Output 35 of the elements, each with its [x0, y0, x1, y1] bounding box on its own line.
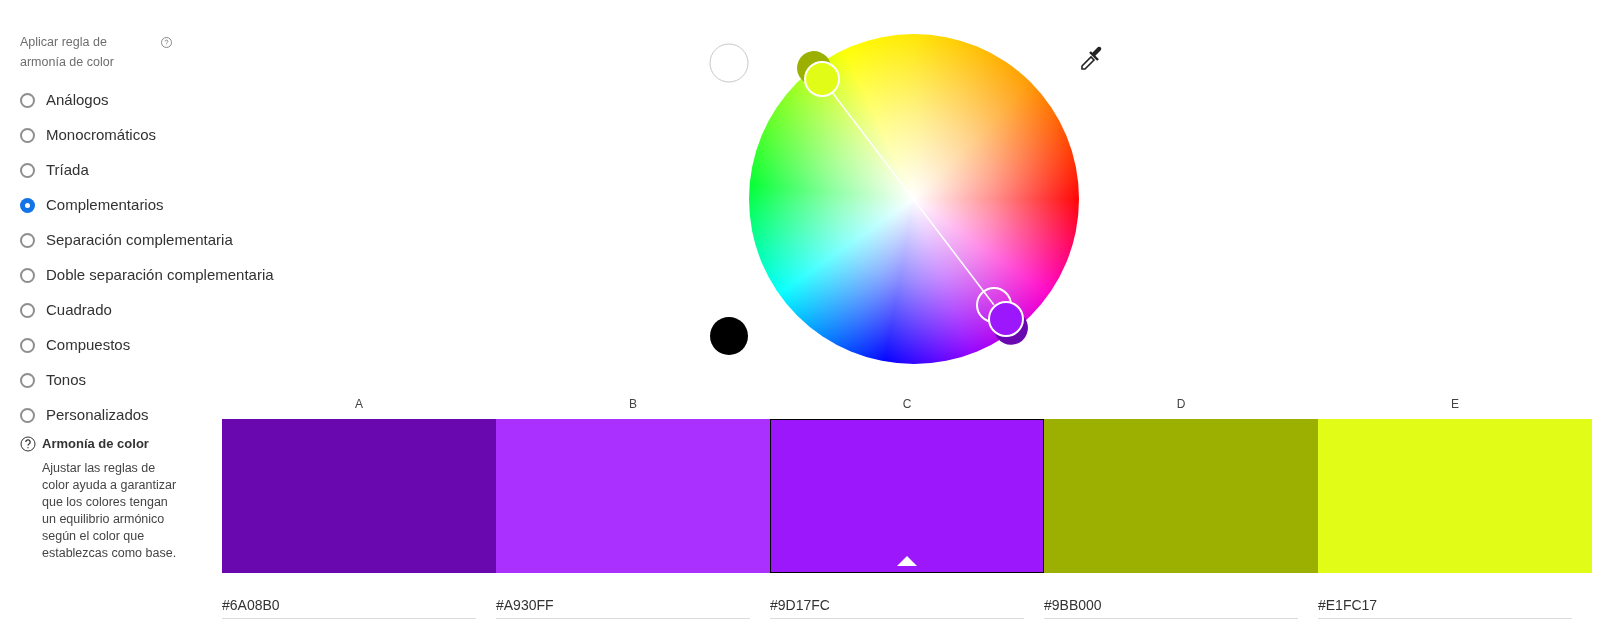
hex-input[interactable]: #A930FF — [496, 592, 750, 619]
selected-marker-icon — [897, 556, 917, 566]
help-icon[interactable] — [20, 436, 36, 452]
harmony-radio[interactable]: Análogos — [20, 83, 109, 118]
harmony-radio[interactable]: Separación complementaria — [20, 223, 233, 258]
harmony-radio[interactable]: Complementarios — [20, 188, 164, 223]
color-swatch[interactable] — [1318, 419, 1592, 573]
harmony-radio[interactable]: Monocromáticos — [20, 118, 157, 153]
color-swatch[interactable] — [496, 419, 770, 573]
help-title: Armonía de color — [42, 436, 149, 452]
color-handle[interactable] — [797, 51, 831, 83]
hex-input[interactable]: #9D17FC — [770, 592, 1024, 619]
color-swatch[interactable] — [222, 419, 496, 573]
color-swatch[interactable] — [1044, 419, 1318, 573]
hex-input[interactable]: #9BB000 — [1044, 592, 1298, 619]
harmony-radio[interactable]: Tríada — [20, 153, 89, 188]
hex-input[interactable]: #E1FC17 — [1318, 592, 1572, 619]
swatch-label: D — [1176, 396, 1186, 413]
harmony-radio[interactable]: Personalizados — [20, 398, 149, 433]
harmony-radio[interactable]: Tonos — [20, 363, 87, 398]
harmony-radio[interactable]: Cuadrado — [20, 293, 112, 328]
eyedropper-icon[interactable] — [1081, 46, 1102, 70]
hex-input[interactable]: #6A08B0 — [222, 592, 476, 619]
help-text: Ajustar las reglas de color ayuda a garantizar que los colores tengan un equilibrio armónico según el color que establezcas como base. — [42, 460, 178, 562]
harmony-radio[interactable]: Compuestos — [20, 328, 131, 363]
color-handle[interactable] — [804, 61, 840, 97]
color-swatch[interactable] — [770, 419, 1044, 573]
harmony-radio[interactable]: Doble separación complementaria — [20, 258, 274, 293]
color-handle[interactable] — [988, 301, 1024, 337]
swatch-label: C — [902, 396, 912, 413]
section-title: Aplicar regla de armonía de color — [20, 34, 115, 71]
swatch-label: A — [355, 396, 363, 413]
swatch-label: E — [1451, 396, 1459, 413]
swatch-label: B — [629, 396, 637, 413]
shade-button[interactable] — [710, 317, 748, 355]
